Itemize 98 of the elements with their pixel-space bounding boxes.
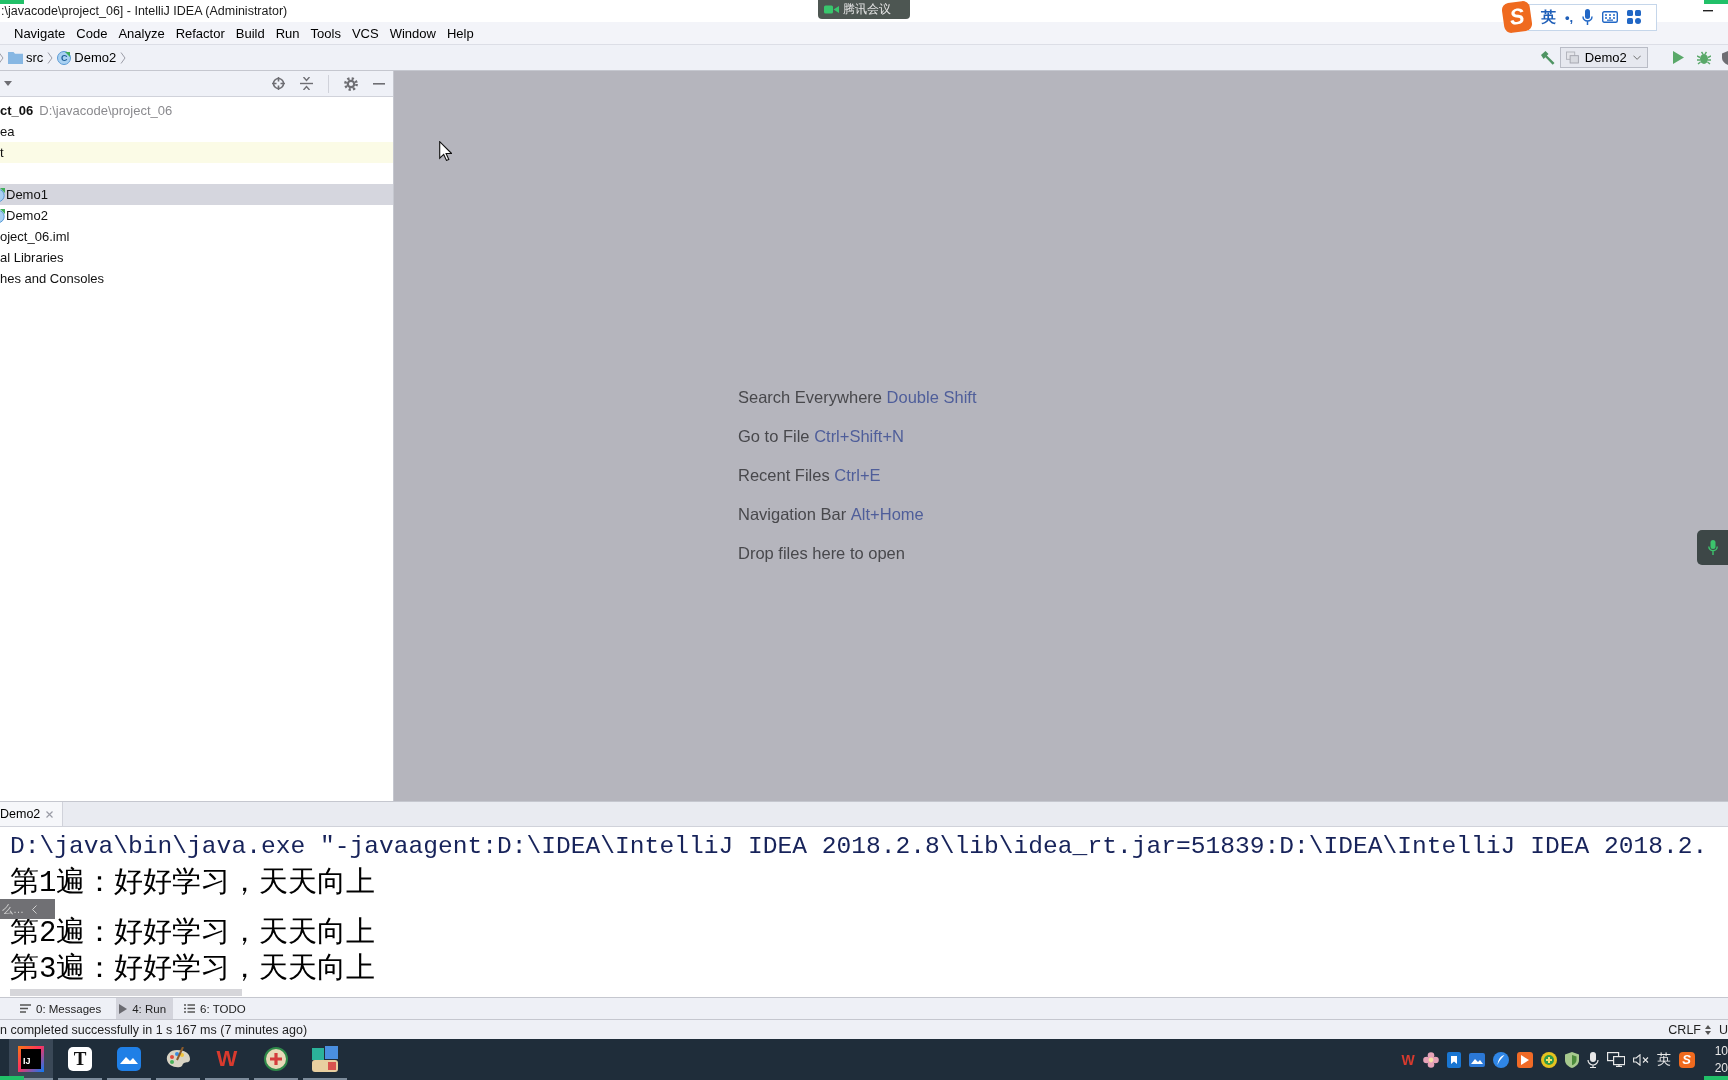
feather-disc-icon[interactable] <box>1492 1051 1509 1068</box>
input-language-indicator[interactable]: 英 <box>1656 1050 1671 1069</box>
shield-icon[interactable] <box>1564 1051 1579 1068</box>
panel-text: 么… <box>2 901 24 917</box>
flower-icon[interactable] <box>1422 1051 1439 1068</box>
clock-text[interactable]: 10 <box>1714 1042 1728 1060</box>
minimize-icon[interactable] <box>373 82 385 85</box>
breadcrumb-item[interactable]: src <box>8 50 44 65</box>
crosshair-icon[interactable] <box>272 77 285 90</box>
bookmark-tile-icon[interactable] <box>1446 1051 1461 1068</box>
clock-text[interactable]: 20 <box>1714 1059 1728 1077</box>
tiles-icon <box>312 1045 338 1072</box>
video-camera-icon <box>824 5 839 14</box>
corner-marker-icon <box>1704 0 1728 4</box>
run-tab[interactable]: Demo2 <box>0 802 64 826</box>
menu-item[interactable]: Build <box>230 23 270 43</box>
meeting-bar[interactable]: 腾讯会议 <box>818 0 910 19</box>
chevron-left-icon[interactable] <box>32 904 37 914</box>
plus-disc-icon[interactable] <box>1540 1051 1557 1068</box>
shield-icon[interactable] <box>1722 50 1728 65</box>
language-toggle[interactable]: 英 <box>1541 7 1556 27</box>
run-icon[interactable] <box>1673 51 1684 64</box>
tree-item[interactable]: oject_06.iml <box>0 226 393 247</box>
corner-marker-icon <box>0 1076 24 1080</box>
status-message: n completed successfully in 1 s 167 ms (7 minutes ago) <box>0 1022 308 1037</box>
microphone-icon <box>1707 540 1718 555</box>
play-tile-icon[interactable] <box>1516 1051 1533 1068</box>
collapse-all-icon[interactable] <box>300 77 313 90</box>
chevron-right-icon <box>120 51 127 64</box>
keyboard-icon[interactable] <box>1602 11 1619 23</box>
tree-item[interactable]: Demo1 <box>0 184 393 205</box>
class-icon <box>0 187 5 202</box>
letter-logo-icon: W <box>216 1047 238 1070</box>
close-icon[interactable] <box>46 810 54 818</box>
tree-item[interactable]: ea <box>0 121 393 142</box>
taskbar-app-button[interactable]: IJ <box>9 1039 53 1080</box>
tree-item[interactable]: ct_06 D:\javacode\project_06 <box>0 100 393 121</box>
hint-text: Recent Files Ctrl+E <box>738 465 881 485</box>
mouse-pointer-icon <box>439 141 452 161</box>
list-icon <box>184 1004 196 1013</box>
taskbar-app-button[interactable]: T <box>58 1039 102 1080</box>
chevron-right-icon <box>0 51 4 64</box>
microphone-button[interactable] <box>1697 530 1728 565</box>
speaker-muted-icon[interactable] <box>1632 1053 1649 1066</box>
folder-icon <box>8 51 23 64</box>
tree-item[interactable]: t <box>0 142 393 163</box>
breadcrumb-item[interactable]: C Demo2 <box>57 50 117 65</box>
class-icon: C <box>57 50 72 65</box>
ide-logo-icon: IJ <box>18 1045 44 1072</box>
settings-icon[interactable] <box>344 76 358 91</box>
menu-item[interactable]: Navigate <box>9 23 71 43</box>
scrollbar-thumb[interactable] <box>10 989 242 996</box>
class-icon <box>0 208 5 223</box>
microphone-icon[interactable] <box>1586 1051 1599 1068</box>
letter-tile-icon: T <box>68 1046 92 1071</box>
microphone-icon[interactable] <box>1582 9 1594 25</box>
window-stack-icon <box>1566 51 1579 64</box>
network-icon[interactable] <box>1606 1052 1625 1067</box>
tool-window-button[interactable]: 6: TODO <box>181 998 253 1019</box>
hint-text: Drop files here to open <box>738 543 905 563</box>
punctuation-toggle[interactable]: •, <box>1565 9 1574 25</box>
hint-text: Go to File Ctrl+Shift+N <box>738 426 904 446</box>
tree-item[interactable]: hes and Consoles <box>0 268 393 289</box>
run-config-dropdown[interactable]: Demo2 <box>1560 47 1648 68</box>
caret-down-icon[interactable] <box>4 81 12 86</box>
menu-item[interactable]: Code <box>71 23 113 43</box>
tool-window-button[interactable]: 0: Messages <box>17 998 109 1019</box>
minimize-icon[interactable] <box>1703 10 1713 12</box>
chevron-down-icon <box>1632 55 1641 60</box>
tree-item[interactable]: al Libraries <box>0 247 393 268</box>
hint-text: Navigation Bar Alt+Home <box>738 504 924 524</box>
menu-item[interactable]: Window <box>384 23 441 43</box>
hint-text: Search Everywhere Double Shift <box>738 387 977 407</box>
meeting-title: 腾讯会议 <box>843 2 891 17</box>
menu-item[interactable]: VCS <box>346 23 384 43</box>
menu-item[interactable]: Run <box>270 23 305 43</box>
tree-item[interactable]: Demo2 <box>0 205 393 226</box>
chevron-right-icon <box>47 51 54 64</box>
mountain-tile-icon[interactable] <box>1468 1052 1485 1067</box>
grid-icon[interactable] <box>1627 10 1642 24</box>
lines-icon <box>20 1004 31 1013</box>
menu-item[interactable]: Refactor <box>170 23 230 43</box>
encoding-widget[interactable]: U <box>1719 1022 1728 1037</box>
up-down-icon <box>1705 1024 1711 1035</box>
menu-item[interactable]: Analyze <box>113 23 170 43</box>
corner-marker-icon <box>0 0 24 4</box>
tool-window-button[interactable]: 4: Run <box>116 998 174 1019</box>
console-line: D:\java\bin\java.exe "-javaagent:D:\IDEA\IntelliJ IDEA 2018.2.8\lib\idea_rt.jar=51839:D:\IDEA\IntelliJ IDEA 2018.2. <box>10 832 1708 862</box>
mountain-tile-icon <box>117 1046 141 1071</box>
corner-marker-icon <box>1704 1076 1728 1080</box>
window-title: :\javacode\project_06] - IntelliJ IDEA (Administrator) <box>0 4 288 18</box>
play-icon <box>119 1003 128 1014</box>
menu-item[interactable]: Tools <box>305 23 346 43</box>
menu-item[interactable]: Help <box>441 23 479 43</box>
bug-icon[interactable] <box>1697 50 1711 65</box>
line-separator-widget[interactable]: CRLF <box>1668 1022 1711 1037</box>
hammer-icon[interactable] <box>1540 49 1556 66</box>
plus-disc-icon <box>264 1046 288 1071</box>
